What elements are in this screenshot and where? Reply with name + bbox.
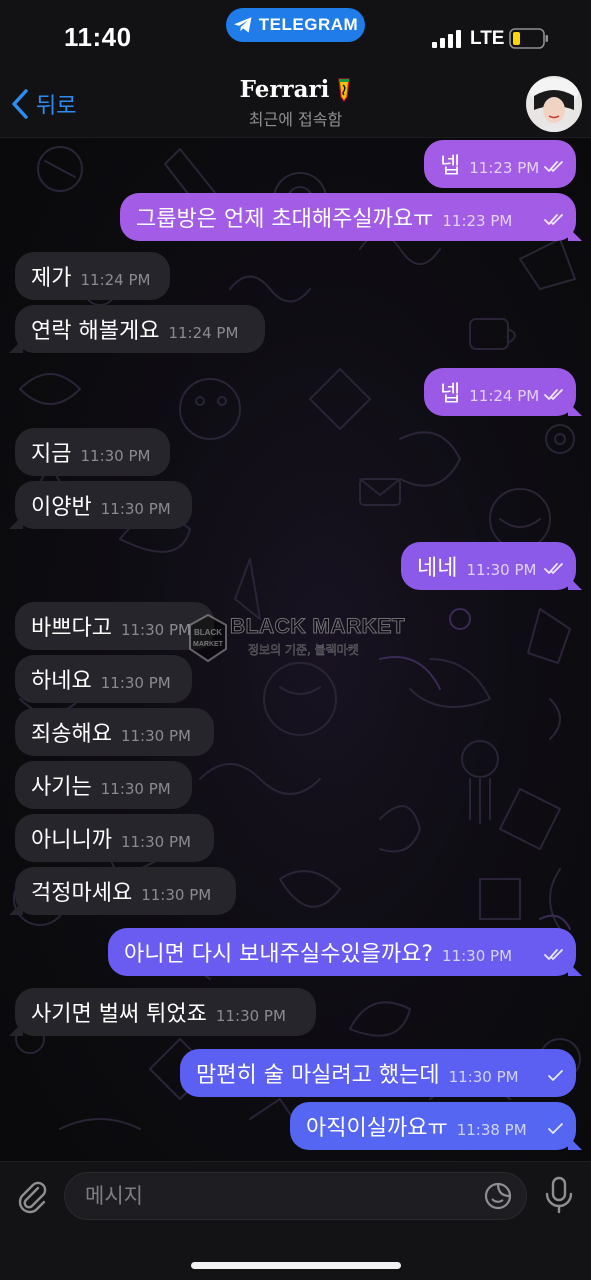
message-time: 11:30 PM [80,447,151,465]
message-time: 11:24 PM [80,271,151,289]
telegram-plane-icon [233,17,252,33]
telegram-chat-screen: 11:40 TELEGRAM LTE 뒤로 Ferrari 최근에 접속함 넵 … [0,0,591,1280]
message-text: 그룹방은 언제 초대해주실까요ㅠ [136,207,434,232]
message-time: 11:30 PM [100,500,171,518]
composer-bar [0,1161,591,1280]
double-check-icon [544,563,563,574]
message-text: 넵 [440,154,461,179]
message-time: 11:30 PM [466,561,537,579]
telegram-pill[interactable]: TELEGRAM [226,8,365,42]
message-time: 11:30 PM [141,886,212,904]
outgoing-message[interactable]: 그룹방은 언제 초대해주실까요ㅠ 11:23 PM [120,193,576,241]
contact-name: Ferrari [239,76,330,103]
message-time: 11:30 PM [120,833,191,851]
chat-header: 뒤로 Ferrari 최근에 접속함 [0,70,591,138]
message-time: 11:23 PM [442,212,513,230]
sticker-icon[interactable] [483,1181,513,1211]
incoming-message[interactable]: 걱정마세요 11:30 PM [15,867,236,915]
message-text: 넵 [440,382,461,407]
network-label: LTE [470,28,505,49]
svg-text:BLACK: BLACK [194,628,222,637]
home-indicator [191,1262,401,1269]
incoming-message[interactable]: 하네요 11:30 PM [15,655,192,703]
outgoing-message[interactable]: 아직이실까요ㅠ 11:38 PM [290,1102,576,1150]
message-time: 11:30 PM [100,674,171,692]
incoming-message[interactable]: 바쁘다고 11:30 PM [15,602,214,650]
message-time: 11:30 PM [442,947,513,965]
outgoing-message[interactable]: 네네 11:30 PM [401,542,576,590]
message-time: 11:30 PM [448,1068,519,1086]
message-time: 11:24 PM [469,387,540,405]
contact-avatar[interactable] [526,76,582,132]
message-text: 이양반 [31,495,92,520]
message-time: 11:30 PM [100,780,171,798]
watermark: BLACK MARKET BLACK MARKET 정보의 기준, 블랙마켓 [186,609,406,673]
watermark-title: BLACK MARKET [229,615,406,639]
signal-icon [432,30,461,48]
incoming-message[interactable]: 사기는 11:30 PM [15,761,192,809]
single-check-icon [548,1070,563,1081]
message-text: 연락 해볼게요 [31,319,160,344]
message-text: 바쁘다고 [31,616,112,641]
message-time: 11:38 PM [456,1121,527,1139]
message-text: 죄송해요 [31,722,112,747]
message-time: 11:30 PM [120,621,191,639]
incoming-message[interactable]: 연락 해볼게요 11:24 PM [15,305,265,353]
paperclip-icon[interactable] [14,1178,50,1214]
battery-icon [509,28,548,49]
message-text: 아직이실까요ㅠ [306,1116,448,1141]
incoming-message[interactable]: 지금 11:30 PM [15,428,170,476]
black-market-logo: BLACK MARKET [189,613,227,663]
incoming-message[interactable]: 사기면 벌써 튀었죠 11:30 PM [15,988,316,1036]
message-time: 11:23 PM [469,159,540,177]
outgoing-message[interactable]: 넵 11:24 PM [424,368,576,416]
message-text: 사기는 [31,775,92,800]
watermark-subtitle: 정보의 기준, 블랙마켓 [248,643,359,658]
message-text: 걱정마세요 [31,881,133,906]
outgoing-message[interactable]: 맘편히 술 마실려고 했는데 11:30 PM [180,1049,576,1097]
message-text: 네네 [417,556,458,581]
incoming-message[interactable]: 제가 11:24 PM [15,252,170,300]
message-text: 하네요 [31,669,92,694]
incoming-message[interactable]: 이양반 11:30 PM [15,481,192,529]
message-text: 아니니까 [31,828,112,853]
outgoing-message[interactable]: 넵 11:23 PM [424,140,576,188]
message-input[interactable] [85,1173,475,1219]
double-check-icon [544,389,563,400]
message-time: 11:30 PM [215,1007,286,1025]
telegram-pill-label: TELEGRAM [258,15,359,34]
message-time: 11:30 PM [120,727,191,745]
single-check-icon [548,1123,563,1134]
status-bar: 11:40 TELEGRAM LTE [0,0,591,70]
svg-text:MARKET: MARKET [193,641,224,648]
message-text: 사기면 벌써 튀었죠 [31,1002,207,1027]
status-time: 11:40 [64,22,132,52]
double-check-icon [544,949,563,960]
double-check-icon [544,161,563,172]
chat-title-block[interactable]: Ferrari 최근에 접속함 [0,76,591,130]
microphone-icon[interactable] [543,1176,575,1214]
message-text: 제가 [31,266,72,291]
message-field [64,1172,527,1220]
ferrari-emblem-icon [338,77,351,102]
message-list[interactable]: 넵 11:23 PM 그룹방은 언제 초대해주실까요ㅠ 11:23 PM 제가 11:24… [0,139,591,1161]
incoming-message[interactable]: 아니니까 11:30 PM [15,814,214,862]
double-check-icon [544,214,563,225]
message-time: 11:24 PM [168,324,239,342]
message-text: 맘편히 술 마실려고 했는데 [196,1063,440,1088]
incoming-message[interactable]: 죄송해요 11:30 PM [15,708,214,756]
message-text: 지금 [31,442,72,467]
contact-last-seen: 최근에 접속함 [248,110,343,129]
outgoing-message[interactable]: 아니면 다시 보내주실수있을까요? 11:30 PM [108,928,576,976]
message-text: 아니면 다시 보내주실수있을까요? [124,942,434,967]
